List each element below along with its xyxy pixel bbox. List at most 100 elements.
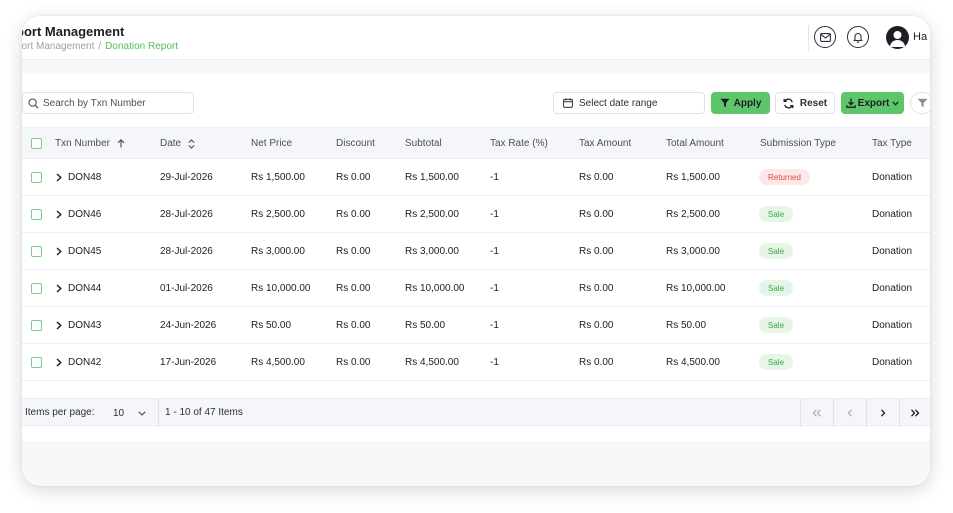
- table-row[interactable]: DON42 17-Jun-2026 Rs 4,500.00 Rs 0.00 Rs…: [22, 344, 930, 381]
- cell-total-amount: Rs 2,500.00: [666, 209, 720, 220]
- breadcrumb: port Management / Donation Report: [22, 41, 178, 52]
- notifications-button[interactable]: [847, 26, 869, 48]
- cell-tax-rate: -1: [490, 320, 499, 331]
- funnel-icon: [917, 98, 927, 108]
- reset-button[interactable]: Reset: [775, 92, 835, 114]
- column-header-date[interactable]: Date: [160, 138, 195, 149]
- expand-row-chevron-icon[interactable]: [56, 321, 62, 330]
- table-row[interactable]: DON46 28-Jul-2026 Rs 2,500.00 Rs 0.00 Rs…: [22, 196, 930, 233]
- pagination-range: 1 - 10 of 47 Items: [165, 407, 243, 418]
- cell-tax-type: Donation: [872, 357, 913, 368]
- chevron-right-icon: [881, 409, 886, 417]
- cell-date: 28-Jul-2026: [160, 209, 213, 220]
- first-page-button[interactable]: [800, 399, 833, 427]
- chevron-down-icon: [138, 410, 146, 416]
- row-checkbox[interactable]: [31, 246, 42, 257]
- row-checkbox[interactable]: [31, 172, 42, 183]
- expand-row-chevron-icon[interactable]: [56, 284, 62, 293]
- sort-icon: [188, 138, 195, 149]
- column-header-txn-number[interactable]: Txn Number: [55, 138, 125, 149]
- expand-row-chevron-icon[interactable]: [56, 210, 62, 219]
- items-per-page-label: Items per page:: [25, 407, 95, 418]
- mail-icon: [819, 32, 831, 42]
- status-badge: Sale: [759, 317, 794, 333]
- cell-tax-amount: Rs 0.00: [579, 209, 614, 220]
- column-header-tax-amount[interactable]: Tax Amount: [579, 138, 631, 149]
- table-row[interactable]: DON43 24-Jun-2026 Rs 50.00 Rs 0.00 Rs 50…: [22, 307, 930, 344]
- cell-tax-rate: -1: [490, 172, 499, 183]
- items-per-page-select[interactable]: 10: [111, 403, 157, 423]
- report-card: Select date range Apply Reset Export Txn…: [22, 74, 930, 441]
- calendar-icon: [563, 98, 573, 108]
- double-chevron-right-icon: [911, 409, 920, 417]
- cell-net-price: Rs 50.00: [251, 320, 292, 331]
- apply-button[interactable]: Apply: [711, 92, 770, 114]
- last-page-button[interactable]: [899, 399, 930, 427]
- cell-total-amount: Rs 4,500.00: [666, 357, 720, 368]
- cell-txn-number: DON45: [68, 246, 102, 257]
- table-header: Txn Number Date Net Price Discount Subto…: [22, 127, 930, 159]
- status-badge: Sale: [759, 354, 794, 370]
- status-badge: Sale: [759, 243, 794, 259]
- cell-tax-type: Donation: [872, 246, 913, 257]
- cell-discount: Rs 0.00: [336, 246, 371, 257]
- cell-date: 28-Jul-2026: [160, 246, 213, 257]
- chevron-left-icon: [847, 409, 852, 417]
- filter-icon: [720, 98, 730, 108]
- select-all-checkbox[interactable]: [31, 138, 42, 149]
- expand-row-chevron-icon[interactable]: [56, 358, 62, 367]
- next-page-button[interactable]: [866, 399, 899, 427]
- breadcrumb-current: Donation Report: [105, 41, 178, 52]
- cell-subtotal: Rs 50.00: [405, 320, 446, 331]
- status-badge: Sale: [759, 280, 794, 296]
- table-row[interactable]: DON45 28-Jul-2026 Rs 3,000.00 Rs 0.00 Rs…: [22, 233, 930, 270]
- date-range-placeholder: Select date range: [579, 97, 658, 109]
- row-checkbox[interactable]: [31, 209, 42, 220]
- breadcrumb-separator: /: [98, 41, 102, 52]
- sort-ascending-icon: [117, 139, 125, 148]
- header-divider: [808, 24, 809, 52]
- cell-net-price: Rs 2,500.00: [251, 209, 305, 220]
- column-header-net-price[interactable]: Net Price: [251, 138, 292, 149]
- cell-net-price: Rs 1,500.00: [251, 172, 305, 183]
- column-header-subtotal[interactable]: Subtotal: [405, 138, 442, 149]
- row-checkbox[interactable]: [31, 357, 42, 368]
- column-header-tax-type[interactable]: Tax Type: [872, 138, 912, 149]
- download-icon: [845, 98, 856, 108]
- table-row[interactable]: DON44 01-Jul-2026 Rs 10,000.00 Rs 0.00 R…: [22, 270, 930, 307]
- cell-tax-amount: Rs 0.00: [579, 283, 614, 294]
- breadcrumb-parent-link[interactable]: port Management: [22, 41, 94, 52]
- cell-tax-type: Donation: [872, 172, 913, 183]
- expand-row-chevron-icon[interactable]: [56, 173, 62, 182]
- cell-discount: Rs 0.00: [336, 320, 371, 331]
- cell-total-amount: Rs 10,000.00: [666, 283, 726, 294]
- search-icon: [28, 97, 39, 109]
- previous-page-button[interactable]: [833, 399, 866, 427]
- user-avatar[interactable]: [886, 26, 909, 49]
- column-filter-button[interactable]: [910, 92, 930, 114]
- expand-row-chevron-icon[interactable]: [56, 247, 62, 256]
- cell-tax-type: Donation: [872, 320, 913, 331]
- cell-subtotal: Rs 2,500.00: [405, 209, 459, 220]
- column-header-submission-type[interactable]: Submission Type: [760, 138, 836, 149]
- mail-button[interactable]: [814, 26, 836, 48]
- user-avatar-icon: [890, 31, 905, 47]
- export-button[interactable]: Export: [841, 92, 904, 114]
- column-header-total-amount[interactable]: Total Amount: [666, 138, 724, 149]
- cell-date: 29-Jul-2026: [160, 172, 213, 183]
- cell-discount: Rs 0.00: [336, 357, 371, 368]
- cell-subtotal: Rs 3,000.00: [405, 246, 459, 257]
- row-checkbox[interactable]: [31, 320, 42, 331]
- export-label: Export: [857, 97, 890, 109]
- search-input[interactable]: [43, 97, 183, 109]
- cell-txn-number: DON43: [68, 320, 102, 331]
- cell-date: 17-Jun-2026: [160, 357, 217, 368]
- table-row[interactable]: DON48 29-Jul-2026 Rs 1,500.00 Rs 0.00 Rs…: [22, 159, 930, 196]
- column-header-tax-rate[interactable]: Tax Rate (%): [490, 138, 548, 149]
- date-range-picker[interactable]: Select date range: [553, 92, 705, 114]
- search-box[interactable]: [22, 92, 194, 114]
- column-header-discount[interactable]: Discount: [336, 138, 375, 149]
- user-name[interactable]: Ha: [913, 31, 927, 43]
- row-checkbox[interactable]: [31, 283, 42, 294]
- cell-tax-rate: -1: [490, 357, 499, 368]
